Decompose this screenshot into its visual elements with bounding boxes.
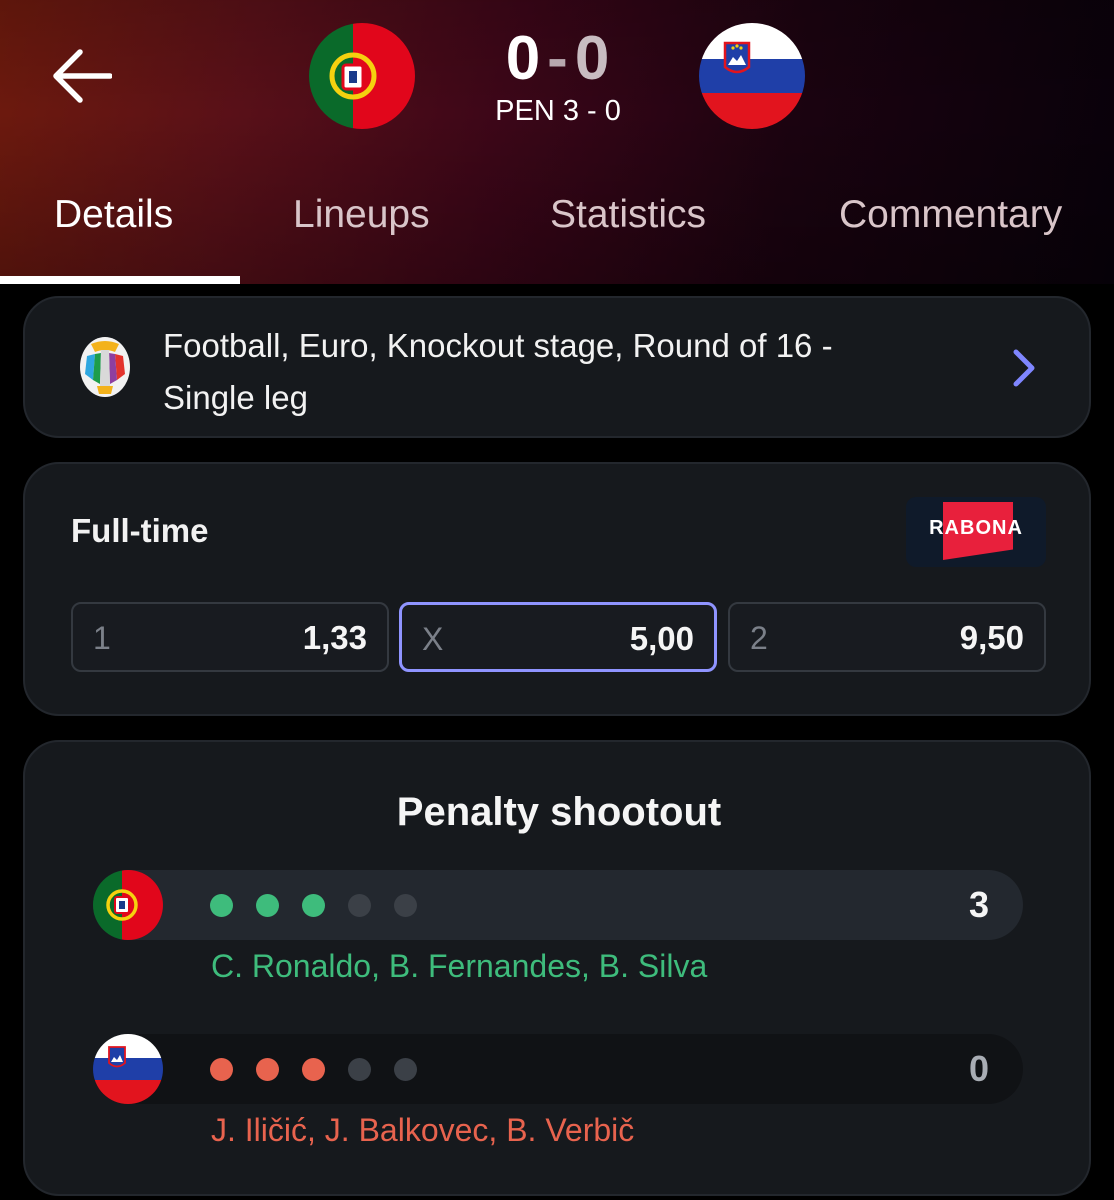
penalties-score: PEN 3 - 0 [495,95,621,127]
odd-draw[interactable]: X 5,00 [399,602,717,672]
home-penalty-scorers: C. Ronaldo, B. Fernandes, B. Silva [211,948,708,984]
odd-value: 9,50 [959,619,1024,656]
portugal-flag [93,870,163,940]
main-score: 0-0 [458,26,658,92]
odd-key: X [422,621,444,657]
home-penalty-row: 3 [93,870,1023,940]
match-header: 0-0 PEN 3 - 0 Details Lineups Statistics… [0,0,1114,284]
portugal-flag [309,23,415,129]
penalty-shootout-card: Penalty shootout 3 C. Ronaldo, B. Fernan… [23,740,1091,1196]
penalty-attempt-dot [210,1058,233,1081]
tab-commentary[interactable]: Commentary [839,188,1062,248]
away-penalty-scorers: J. Iličić, J. Balkovec, B. Verbič [211,1112,635,1148]
penalty-attempt-dot [348,894,371,917]
odds-card: Full-time RABONA 1 1,33 X 5,00 2 9,50 [23,462,1091,716]
tab-details[interactable]: Details [54,188,173,248]
penalty-shootout-title: Penalty shootout [396,790,722,834]
slovenia-flag [93,1034,163,1104]
away-penalty-total: 0 [968,1048,989,1089]
penalty-attempt-dot [394,894,417,917]
penalty-attempt-dot [302,1058,325,1081]
chevron-right-icon[interactable] [1009,348,1039,388]
odd-value: 5,00 [629,620,694,657]
odds-market-label: Full-time [71,512,209,549]
odd-key: 2 [750,620,768,656]
away-score: 0 [574,24,611,93]
penalty-attempt-dot [302,894,325,917]
home-penalty-total: 3 [968,884,989,925]
euro-trophy-logo [80,337,130,397]
penalty-attempt-dot [210,894,233,917]
penalty-attempt-dot [394,1058,417,1081]
penalty-attempt-dot [348,1058,371,1081]
bookmaker-logo[interactable]: RABONA [906,497,1046,567]
odd-key: 1 [93,620,111,656]
away-penalty-row: 0 [93,1034,1023,1104]
slovenia-flag [699,23,805,129]
competition-name: Football, Euro, Knockout stage, Round of… [163,327,833,416]
home-score: 0 [505,24,542,93]
penalty-attempt-dot [256,1058,279,1081]
arrow-left-icon[interactable] [50,48,112,104]
odd-value: 1,33 [302,619,367,656]
bookmaker-name: RABONA [929,517,1023,539]
tab-statistics[interactable]: Statistics [550,188,706,248]
odd-away-win[interactable]: 2 9,50 [728,602,1046,672]
penalty-attempt-dot [256,894,279,917]
competition-card[interactable]: Football, Euro, Knockout stage, Round of… [23,296,1091,438]
active-tab-indicator [0,276,240,284]
score-separator: - [547,24,569,93]
tab-lineups[interactable]: Lineups [293,188,430,248]
tab-bar: Details Lineups Statistics Commentary [0,188,1114,284]
odd-home-win[interactable]: 1 1,33 [71,602,389,672]
